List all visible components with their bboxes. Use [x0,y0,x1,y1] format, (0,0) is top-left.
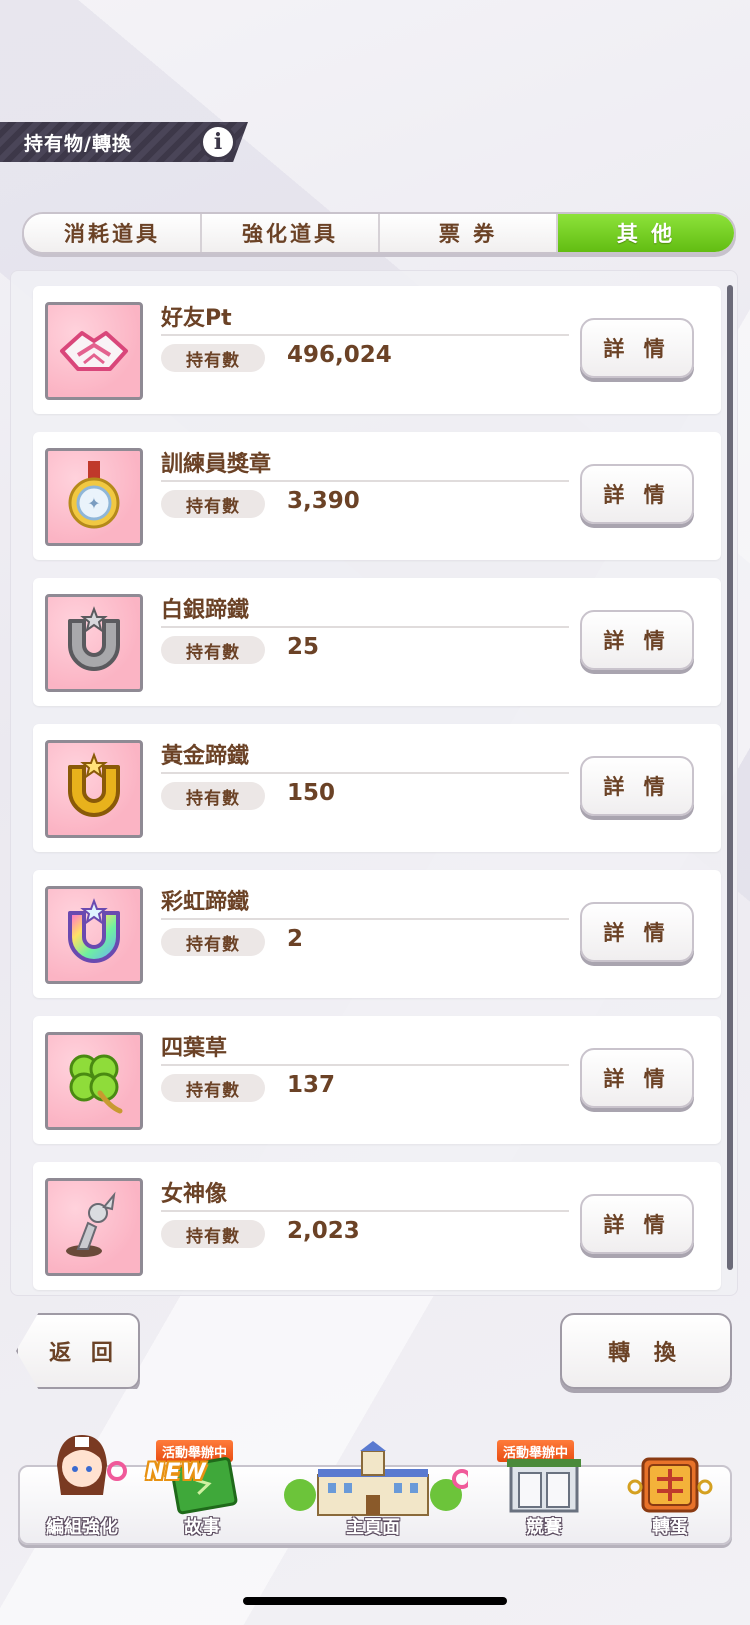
owned-label: 持有數 [161,636,265,664]
detail-button[interactable]: 詳 情 [580,610,694,670]
detail-button[interactable]: 詳 情 [580,756,694,816]
list-item: ✦ 訓練員獎章 持有數 3,390 詳 情 [33,432,721,560]
page-title: 持有物/轉換 [24,132,132,155]
silver-horseshoe-icon [45,594,143,692]
owned-count: 137 [287,1072,336,1098]
owned-label: 持有數 [161,782,265,810]
tab-consumables[interactable]: 消耗道具 [24,214,202,252]
detail-button[interactable]: 詳 情 [580,1048,694,1108]
detail-button[interactable]: 詳 情 [580,464,694,524]
owned-label: 持有數 [161,344,265,372]
owned-count: 25 [287,634,320,660]
list-item: 彩虹蹄鐵 持有數 2 詳 情 [33,870,721,998]
divider [161,918,569,920]
nav-label: 故事 [184,1517,220,1538]
new-badge: NEW [146,1460,207,1485]
divider [161,626,569,628]
owned-count: 3,390 [287,488,360,514]
handshake-icon [45,302,143,400]
item-name: 女神像 [161,1182,228,1207]
nav-label: 競賽 [526,1517,562,1538]
item-name: 好友Pt [161,306,232,331]
item-name: 彩虹蹄鐵 [161,890,250,915]
scrollbar[interactable] [727,285,733,1270]
item-name: 訓練員獎章 [161,452,272,477]
owned-label: 持有數 [161,928,265,956]
item-name: 白銀蹄鐵 [161,598,250,623]
clover-icon [45,1032,143,1130]
back-button[interactable]: 返 回 [16,1313,140,1389]
list-item: 黃金蹄鐵 持有數 150 詳 情 [33,724,721,852]
info-icon[interactable]: i [200,124,236,160]
nav-label: 主頁面 [346,1517,400,1538]
nav-label: 編組強化 [46,1517,118,1538]
nav-item-home[interactable]: 主頁面 [276,1425,470,1545]
rainbow-horseshoe-icon [45,886,143,984]
item-name: 四葉草 [161,1036,228,1061]
owned-count: 150 [287,780,336,806]
nav-item-team[interactable]: 編組強化 [26,1425,138,1545]
detail-button[interactable]: 詳 情 [580,318,694,378]
nav-label: 轉蛋 [652,1517,688,1538]
medal-icon: ✦ [45,448,143,546]
list-item: 四葉草 持有數 137 詳 情 [33,1016,721,1144]
tab-other[interactable]: 其 他 [558,214,734,252]
character-icon [57,1435,127,1495]
owned-count: 496,024 [287,342,392,368]
owned-label: 持有數 [161,490,265,518]
item-name: 黃金蹄鐵 [161,744,250,769]
divider [161,1210,569,1212]
nav-item-story[interactable]: 故事 [146,1425,258,1545]
nav-item-race[interactable]: 競賽 [488,1425,600,1545]
gold-horseshoe-icon [45,740,143,838]
divider [161,334,569,336]
divider [161,772,569,774]
divider [161,1064,569,1066]
list-item: 好友Pt 持有數 496,024 詳 情 [33,286,721,414]
goddess-statue-icon [45,1178,143,1276]
gacha-gate-icon [627,1457,713,1513]
owned-count: 2 [287,926,304,952]
svg-text:✦: ✦ [87,494,100,513]
tab-enhancement[interactable]: 強化道具 [202,214,380,252]
list-item: 女神像 持有數 2,023 詳 情 [33,1162,721,1290]
tab-tickets[interactable]: 票 券 [380,214,558,252]
convert-button[interactable]: 轉 換 [560,1313,732,1389]
home-indicator[interactable] [243,1597,507,1605]
detail-button[interactable]: 詳 情 [580,902,694,962]
divider [161,480,569,482]
category-tabs: 消耗道具 強化道具 票 券 其 他 [22,212,736,254]
nav-item-gacha[interactable]: 轉蛋 [614,1425,726,1545]
owned-count: 2,023 [287,1218,360,1244]
detail-button[interactable]: 詳 情 [580,1194,694,1254]
list-item: 白銀蹄鐵 持有數 25 詳 情 [33,578,721,706]
owned-label: 持有數 [161,1074,265,1102]
owned-label: 持有數 [161,1220,265,1248]
